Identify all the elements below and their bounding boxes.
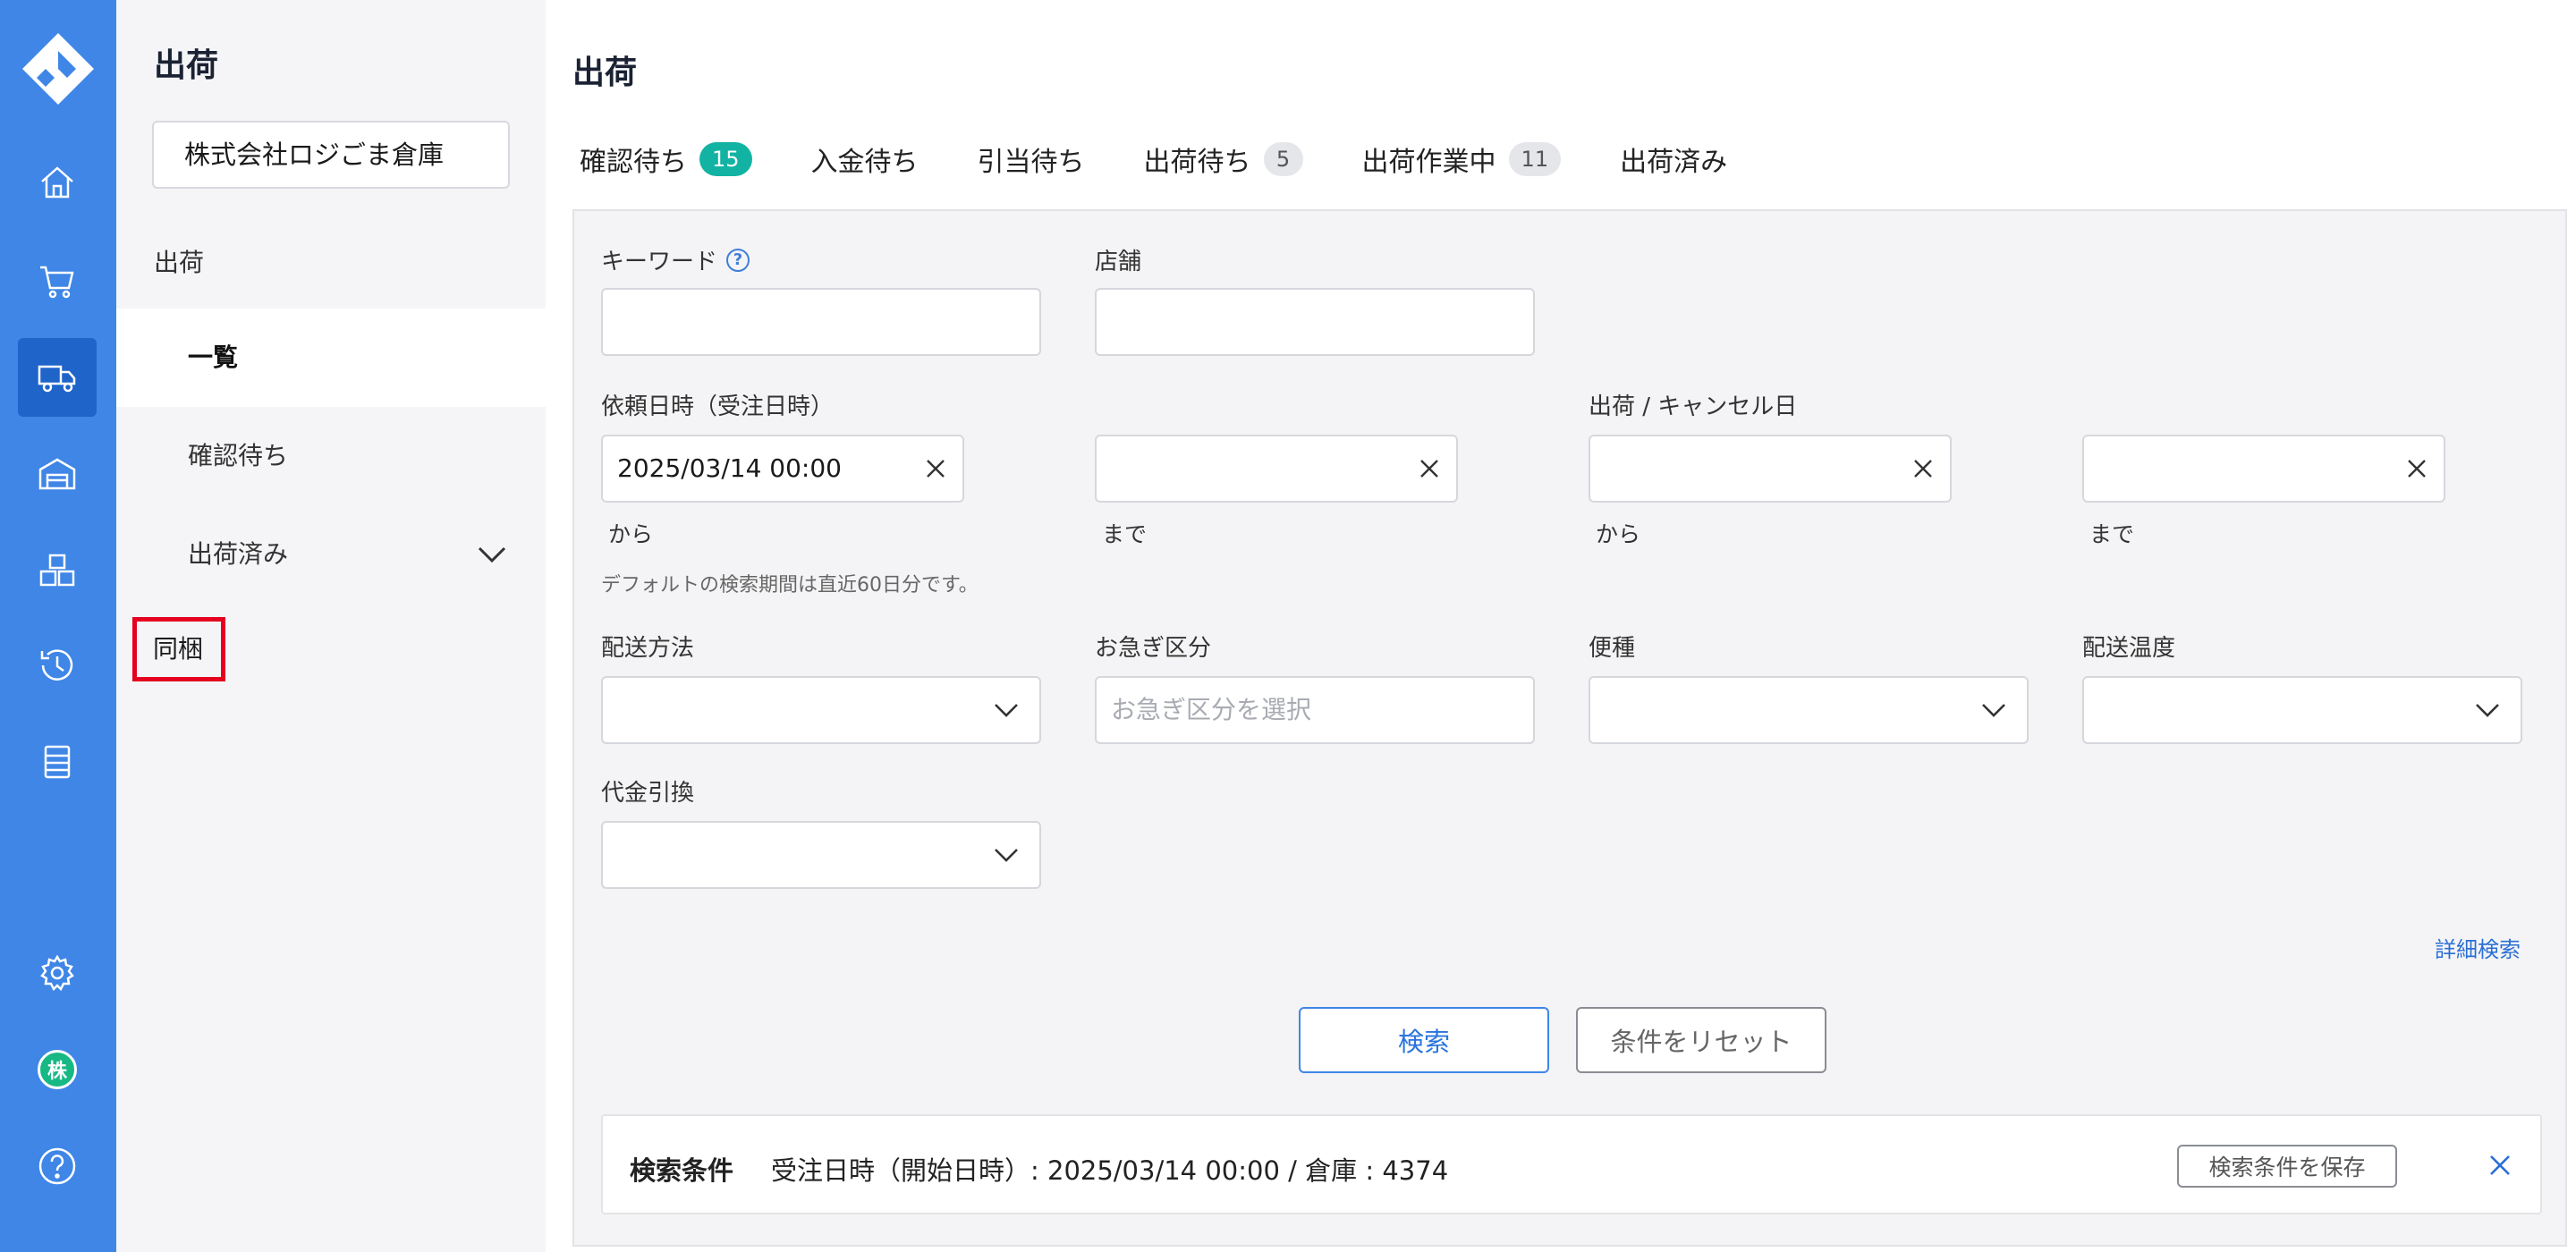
tab-awaiting-shipment[interactable]: 出荷待ち 5 (1144, 140, 1303, 179)
sidebar-item-awaiting-confirmation[interactable]: 確認待ち (116, 407, 546, 505)
conditions-title: 検索条件 (630, 1155, 734, 1186)
rail-cart[interactable] (18, 241, 97, 320)
rail-help[interactable] (18, 1127, 97, 1205)
org-select[interactable]: 株式会社ロジごま倉庫 (152, 121, 510, 189)
rail-list[interactable] (18, 723, 97, 801)
help-icon[interactable]: ? (726, 248, 750, 272)
from-text: から (1596, 521, 1641, 547)
clear-icon[interactable] (2406, 458, 2428, 479)
avatar: 株 (38, 1050, 77, 1089)
chevron-down-icon (2476, 704, 2499, 717)
tab-label: 確認待ち (580, 147, 687, 178)
conditions-text: 受注日時（開始日時）: 2025/03/14 00:00 / 倉庫 : 4374 (771, 1155, 1449, 1186)
label-text: キーワード (601, 249, 718, 275)
boxes-icon (39, 554, 75, 587)
clear-icon[interactable] (925, 458, 946, 479)
chevron-down-icon[interactable] (476, 541, 508, 568)
home-icon (41, 166, 73, 199)
chevron-down-icon (995, 849, 1018, 862)
reset-button[interactable]: 条件をリセット (1576, 1007, 1826, 1073)
temperature-select[interactable] (2082, 676, 2522, 744)
chevron-down-icon (995, 704, 1018, 717)
urgency-select[interactable]: お急ぎ区分を選択 (1095, 676, 1535, 744)
cart-icon (40, 266, 74, 299)
search-panel: キーワード ? 店舗 依頼日時（受注日時） 2025/03/14 00:00 か… (572, 209, 2567, 1247)
logo-icon[interactable] (21, 31, 96, 106)
sidebar-item-shipped[interactable]: 出荷済み (116, 505, 546, 604)
placeholder-text: お急ぎ区分を選択 (1111, 695, 1312, 724)
page-title: 出荷 (572, 55, 638, 91)
icon-rail: 株 (0, 0, 116, 1252)
search-button[interactable]: 検索 (1299, 1007, 1549, 1073)
rail-warehouse[interactable] (18, 435, 97, 513)
from-text: から (608, 521, 654, 547)
history-icon (40, 649, 73, 681)
default-period-note: デフォルトの検索期間は直近60日分です。 (601, 574, 979, 596)
status-tabs: 確認待ち 15 入金待ち 引当待ち 出荷待ち 5 出荷作業中 11 出荷済み (580, 134, 1786, 184)
tab-awaiting-payment[interactable]: 入金待ち (811, 140, 919, 179)
sidebar-item-list[interactable]: 一覧 (116, 309, 546, 407)
advanced-search-link[interactable]: 詳細検索 (2435, 932, 2521, 963)
store-input[interactable] (1095, 288, 1535, 356)
sidebar-item-bundle[interactable]: 同梱 (132, 617, 225, 681)
rail-history[interactable] (18, 626, 97, 705)
urgency-label: お急ぎ区分 (1095, 635, 1212, 662)
request-date-from-input[interactable]: 2025/03/14 00:00 (601, 435, 964, 503)
field-value: 2025/03/14 00:00 (617, 453, 842, 483)
search-conditions-bar: 検索条件 受注日時（開始日時）: 2025/03/14 00:00 / 倉庫 :… (601, 1114, 2542, 1214)
sidebar-title: 出荷 (154, 47, 219, 84)
keyword-label: キーワード ? (601, 243, 750, 276)
sidebar: 出荷 株式会社ロジごま倉庫 出荷 一覧 確認待ち 出荷済み 同梱 (116, 0, 546, 1252)
to-text: まで (1102, 521, 1148, 547)
tab-in-progress[interactable]: 出荷作業中 11 (1362, 140, 1562, 179)
store-label: 店舗 (1095, 249, 1142, 275)
count-badge: 15 (699, 142, 752, 176)
rail-settings[interactable] (18, 934, 97, 1012)
tab-awaiting-allocation[interactable]: 引当待ち (978, 140, 1085, 179)
tab-label: 出荷待ち (1143, 147, 1251, 178)
count-badge: 5 (1263, 142, 1303, 176)
tab-label: 入金待ち (810, 147, 919, 178)
save-conditions-button[interactable]: 検索条件を保存 (2177, 1145, 2397, 1188)
rail-shipping[interactable] (18, 338, 97, 417)
tab-label: 出荷済み (1620, 147, 1728, 178)
rail-home[interactable] (18, 143, 97, 222)
rail-account[interactable]: 株 (18, 1030, 97, 1109)
tab-label: 引当待ち (977, 147, 1085, 178)
tab-shipped[interactable]: 出荷済み (1620, 140, 1727, 179)
sidebar-item-label: 確認待ち (188, 441, 289, 470)
warehouse-icon (38, 458, 76, 490)
cod-select[interactable] (601, 821, 1041, 889)
truck-icon (38, 365, 76, 393)
close-icon[interactable] (2488, 1154, 2512, 1177)
delivery-method-select[interactable] (601, 676, 1041, 744)
tab-label: 出荷作業中 (1361, 147, 1496, 178)
cod-label: 代金引換 (601, 780, 695, 807)
chevron-down-icon (1982, 704, 2005, 717)
request-date-to-input[interactable] (1095, 435, 1458, 503)
service-select[interactable] (1589, 676, 2029, 744)
sidebar-item-label: 一覧 (188, 343, 239, 372)
ship-date-from-input[interactable] (1589, 435, 1952, 503)
ship-cancel-label: 出荷 / キャンセル日 (1589, 393, 1798, 420)
tab-awaiting-confirmation[interactable]: 確認待ち 15 (580, 140, 752, 179)
to-text: まで (2089, 521, 2135, 547)
clear-icon[interactable] (1912, 458, 1934, 479)
rail-inventory[interactable] (18, 531, 97, 610)
list-icon (44, 745, 71, 779)
sidebar-item-label: 出荷済み (188, 539, 289, 569)
request-date-label: 依頼日時（受注日時） (601, 393, 835, 420)
delivery-method-label: 配送方法 (601, 635, 695, 662)
gear-icon (40, 954, 74, 992)
service-label: 便種 (1589, 635, 1636, 662)
sidebar-section-shipping[interactable]: 出荷 (154, 243, 204, 279)
count-badge: 11 (1508, 142, 1562, 176)
clear-icon[interactable] (1419, 458, 1440, 479)
keyword-input[interactable] (601, 288, 1041, 356)
ship-date-to-input[interactable] (2082, 435, 2445, 503)
temperature-label: 配送温度 (2082, 635, 2176, 662)
help-icon (38, 1147, 76, 1185)
